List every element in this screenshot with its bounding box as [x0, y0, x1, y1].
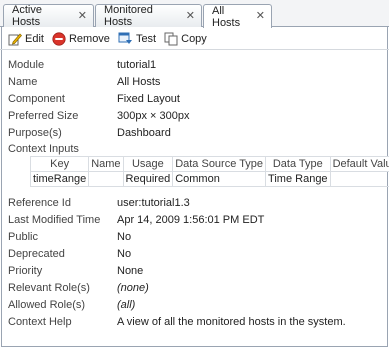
- close-icon[interactable]: ✕: [186, 10, 195, 22]
- context-inputs-table: Key Name Usage Data Source Type Data Typ…: [29, 156, 389, 187]
- property-label: Priority: [8, 265, 43, 277]
- tab-strip: Active Hosts ✕ Monitored Hosts ✕ All Hos…: [0, 0, 389, 29]
- property-label: Allowed Role(s): [8, 299, 86, 311]
- tab-label: Monitored Hosts: [104, 4, 153, 28]
- column-header: Default Value: [329, 156, 389, 172]
- property-public: Public No: [8, 230, 383, 244]
- property-purposes: Purpose(s) Dashboard: [8, 126, 383, 140]
- column-header: Data Type: [265, 156, 331, 172]
- property-relevant-roles: Relevant Role(s) (none): [8, 281, 383, 295]
- property-value: Apr 14, 2009 1:56:01 PM EDT: [117, 214, 265, 226]
- property-label: Context Help: [8, 316, 72, 328]
- table-cell: Time Range: [265, 171, 331, 187]
- property-value: 300px × 300px: [117, 110, 190, 122]
- property-name: Name All Hosts: [8, 75, 383, 89]
- property-label: Purpose(s): [8, 127, 62, 139]
- table-cell: [88, 171, 124, 187]
- property-value: Dashboard: [117, 127, 171, 139]
- edit-label: Edit: [25, 32, 44, 45]
- close-icon[interactable]: ✕: [256, 11, 265, 22]
- tab-all-hosts[interactable]: All Hosts ✕: [203, 4, 272, 29]
- property-value: No: [117, 231, 132, 243]
- property-label: Deprecated: [8, 248, 65, 260]
- property-label: Name: [8, 76, 38, 88]
- property-value: None: [117, 265, 144, 277]
- remove-icon: [52, 31, 66, 46]
- test-icon: [118, 32, 132, 44]
- remove-button[interactable]: Remove: [52, 31, 110, 46]
- property-value: (all): [117, 299, 136, 311]
- test-label: Test: [135, 32, 157, 45]
- property-label: Reference Id: [8, 197, 71, 209]
- column-header: Name: [88, 156, 124, 172]
- copy-button[interactable]: Copy: [164, 32, 207, 46]
- column-header: Data Source Type: [172, 156, 267, 172]
- copy-icon: [164, 32, 178, 45]
- context-inputs-label: Context Inputs: [8, 143, 79, 155]
- property-value: All Hosts: [117, 76, 161, 88]
- column-header: Usage: [122, 156, 174, 172]
- property-value: A view of all the monitored hosts in the…: [117, 316, 346, 328]
- toolbar: Edit Remove Test Copy: [0, 28, 389, 50]
- property-label: Module: [8, 59, 45, 71]
- property-label: Public: [8, 231, 38, 243]
- tab-monitored-hosts[interactable]: Monitored Hosts ✕: [95, 4, 202, 28]
- property-component: Component Fixed Layout: [8, 92, 383, 106]
- test-button[interactable]: Test: [118, 32, 156, 46]
- property-allowed-roles: Allowed Role(s) (all): [8, 298, 383, 312]
- property-value: tutorial1: [117, 59, 157, 71]
- tab-active-hosts[interactable]: Active Hosts ✕: [3, 4, 94, 28]
- property-label: Component: [8, 93, 65, 105]
- table-cell: Required: [122, 171, 174, 187]
- table-cell: timeRange: [29, 171, 90, 187]
- property-value: user:tutorial1.3: [117, 197, 190, 209]
- column-header: Key: [29, 156, 90, 172]
- property-priority: Priority None: [8, 264, 383, 278]
- table-header-row: Key Name Usage Data Source Type Data Typ…: [29, 156, 389, 172]
- tab-label: All Hosts: [212, 4, 241, 29]
- property-module: Module tutorial1: [8, 58, 383, 72]
- edit-button[interactable]: Edit: [8, 32, 44, 46]
- table-cell: [329, 171, 389, 187]
- remove-label: Remove: [68, 32, 110, 45]
- property-last-modified: Last Modified Time Apr 14, 2009 1:56:01 …: [8, 213, 383, 227]
- property-value: No: [117, 248, 132, 260]
- property-context-help: Context Help A view of all the monitored…: [8, 315, 383, 329]
- close-icon[interactable]: ✕: [78, 10, 87, 22]
- table-cell: Common: [172, 171, 267, 187]
- tab-label: Active Hosts: [12, 4, 42, 28]
- pencil-icon: [8, 32, 22, 45]
- copy-label: Copy: [181, 32, 207, 45]
- property-label: Preferred Size: [8, 110, 79, 122]
- property-label: Last Modified Time: [8, 214, 101, 226]
- property-value: Fixed Layout: [117, 93, 180, 105]
- table-row: timeRange Required Common Time Range: [29, 171, 389, 187]
- property-deprecated: Deprecated No: [8, 247, 383, 261]
- property-label: Relevant Role(s): [8, 282, 90, 294]
- property-reference-id: Reference Id user:tutorial1.3: [8, 196, 383, 210]
- property-value: (none): [117, 282, 149, 294]
- property-preferred-size: Preferred Size 300px × 300px: [8, 109, 383, 123]
